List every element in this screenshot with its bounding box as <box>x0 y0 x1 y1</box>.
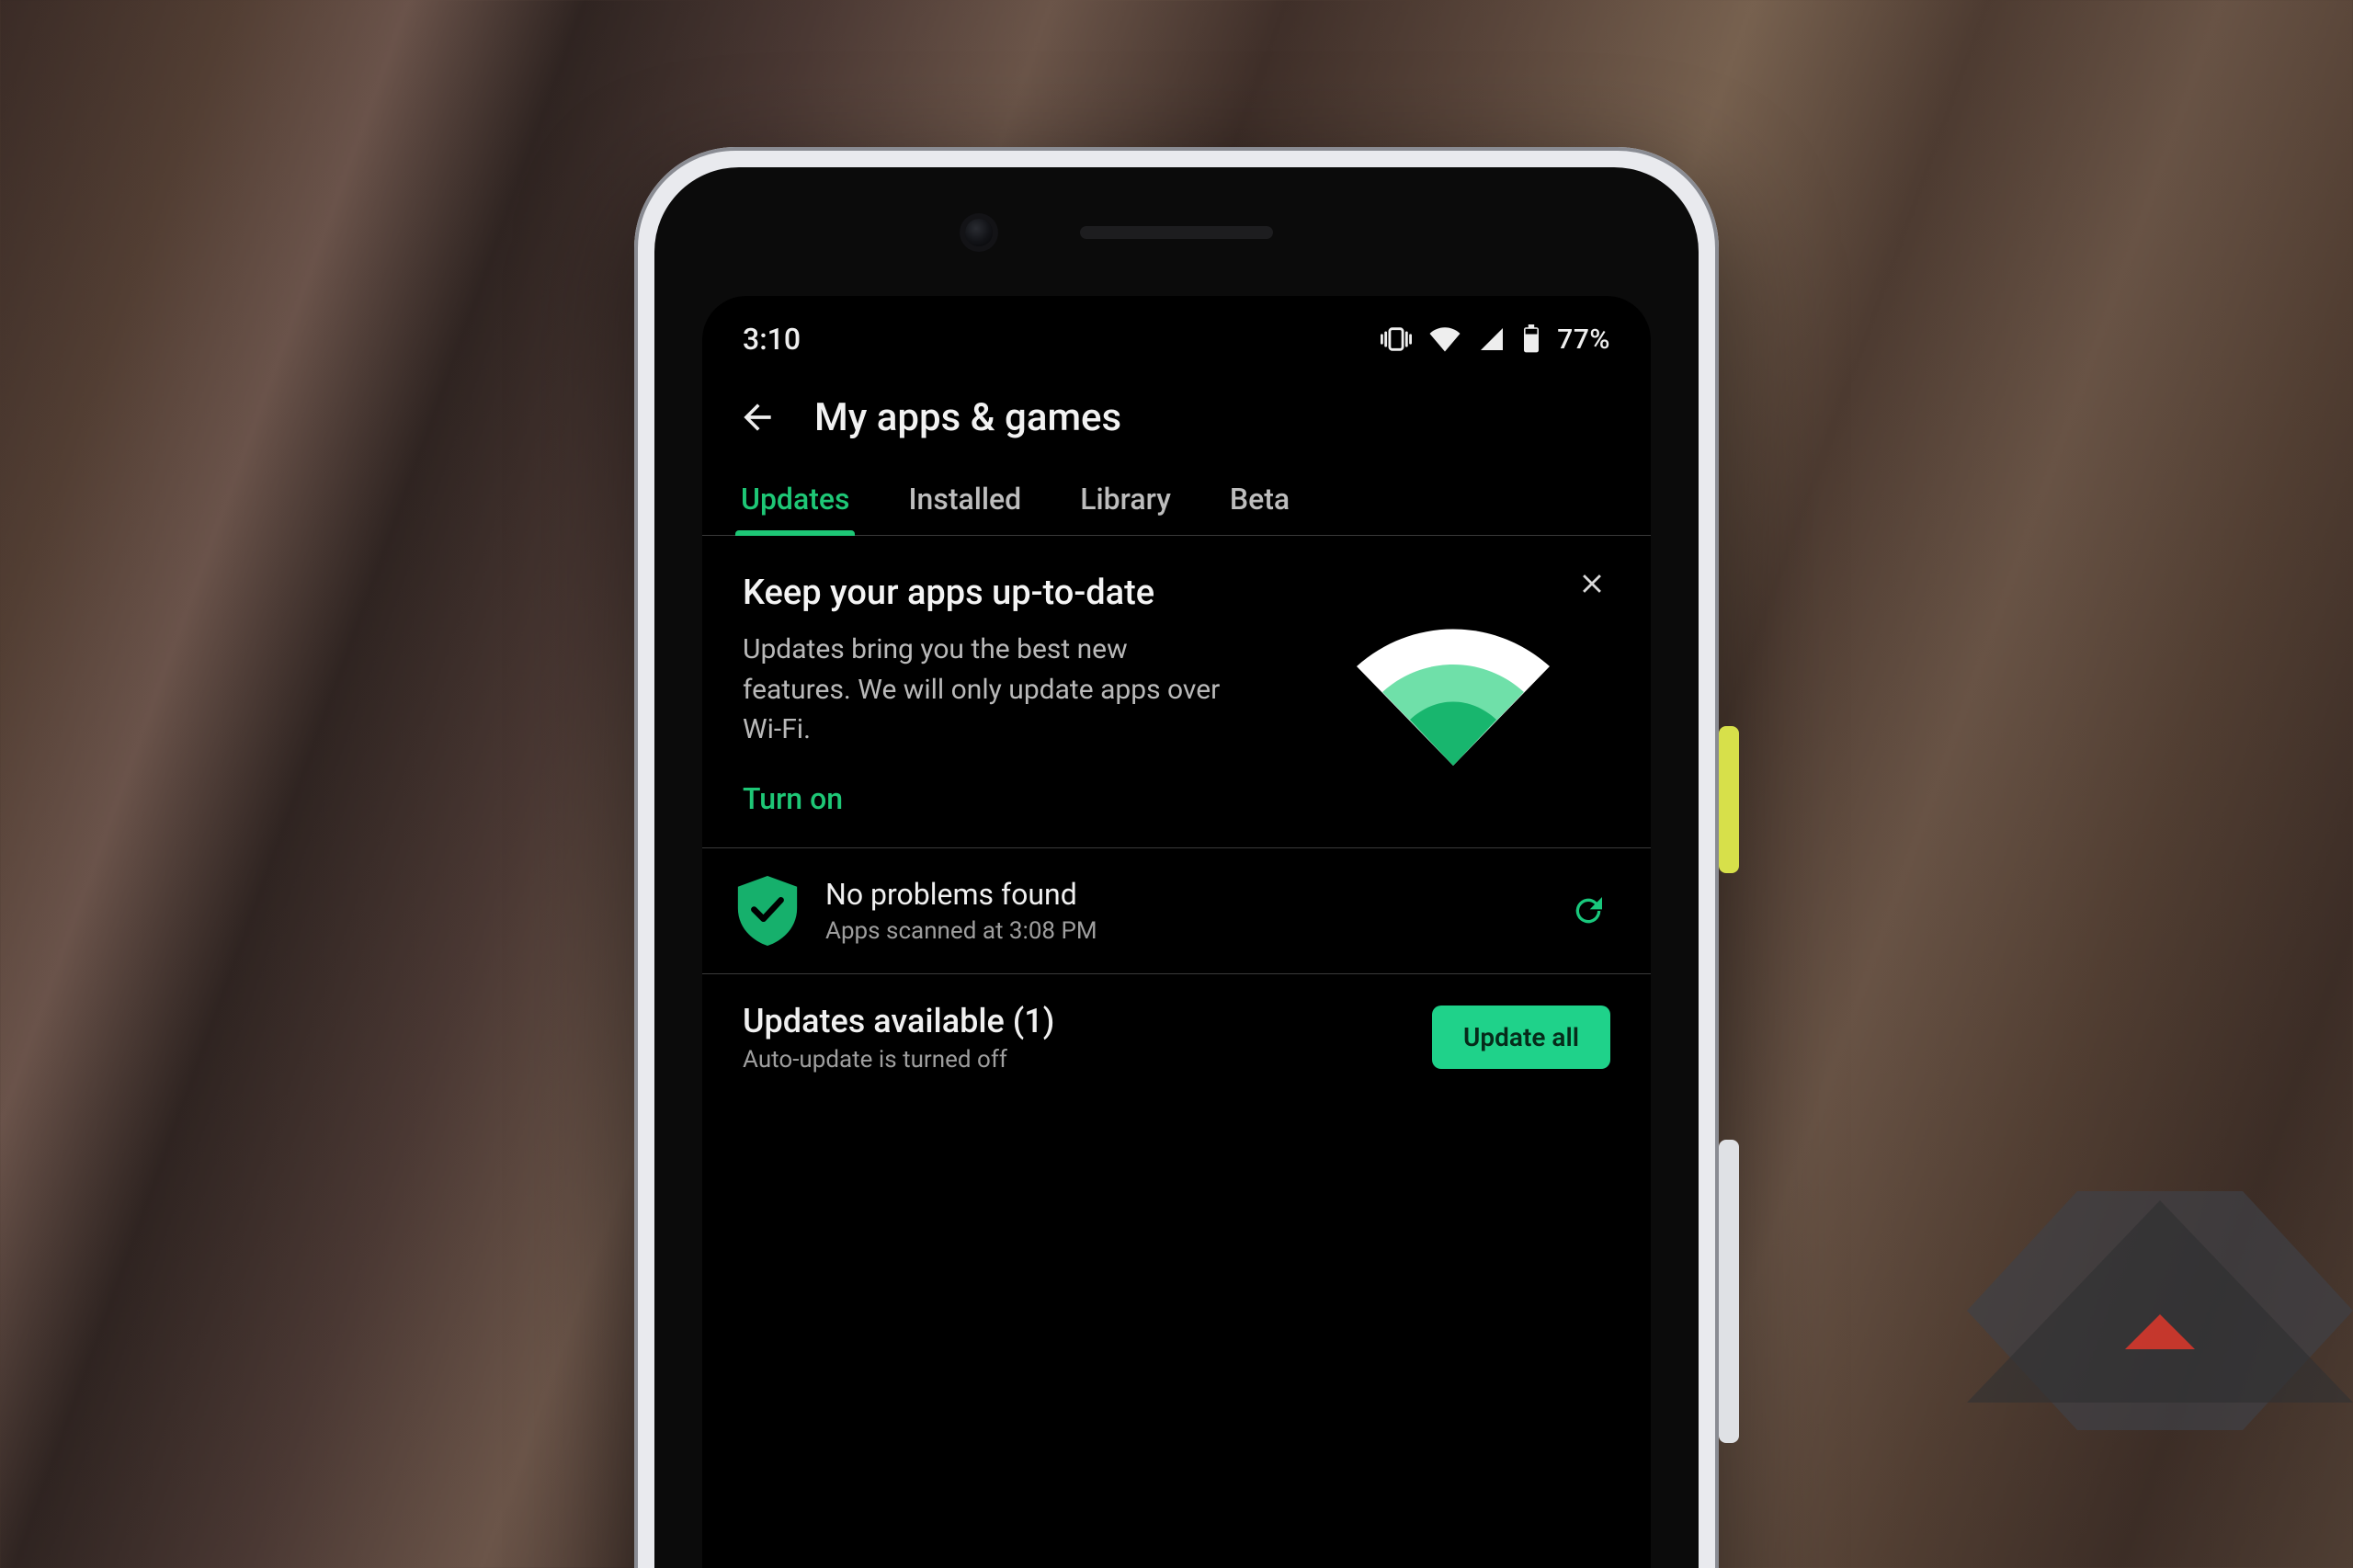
tab-label: Beta <box>1230 482 1290 517</box>
watermark-logo <box>1967 1118 2353 1467</box>
updates-available-text: Updates available (1) Auto-update is tur… <box>743 1002 1054 1074</box>
status-icons: 77% <box>1381 324 1610 356</box>
tab-label: Installed <box>908 482 1021 517</box>
phone-frame: 3:10 <box>634 147 1719 1568</box>
play-protect-subtitle: Apps scanned at 3:08 PM <box>825 917 1097 945</box>
back-button[interactable] <box>733 393 781 441</box>
page-title: My apps & games <box>814 395 1121 440</box>
updates-available-title: Updates available (1) <box>743 1002 1054 1040</box>
play-protect-text: No problems found Apps scanned at 3:08 P… <box>825 877 1097 945</box>
update-all-button[interactable]: Update all <box>1432 1006 1610 1069</box>
phone-speaker <box>1080 226 1273 239</box>
updates-available-subtitle: Auto-update is turned off <box>743 1046 1054 1074</box>
wifi-fan-icon <box>1357 628 1550 766</box>
vibrate-icon <box>1381 325 1412 353</box>
auto-update-card: Keep your apps up-to-date Updates bring … <box>702 536 1651 848</box>
tab-installed[interactable]: Installed <box>904 467 1025 535</box>
phone-screen: 3:10 <box>702 296 1651 1568</box>
close-button[interactable] <box>1570 562 1614 606</box>
updates-available-row: Updates available (1) Auto-update is tur… <box>702 974 1651 1083</box>
status-time: 3:10 <box>743 322 801 357</box>
wifi-icon <box>1428 325 1461 353</box>
play-protect-row[interactable]: No problems found Apps scanned at 3:08 P… <box>702 848 1651 974</box>
shield-check-icon <box>737 876 798 946</box>
battery-icon <box>1522 324 1540 354</box>
refresh-button[interactable] <box>1566 889 1610 933</box>
phone-volume-rocker <box>1719 1140 1739 1443</box>
play-protect-title: No problems found <box>825 877 1097 912</box>
phone-bezel: 3:10 <box>654 167 1699 1568</box>
tab-bar: Updates Installed Library Beta <box>702 467 1651 536</box>
phone-front-camera <box>965 219 993 246</box>
app-bar: My apps & games <box>702 368 1651 467</box>
battery-percent: 77% <box>1557 324 1610 356</box>
auto-update-body: Updates bring you the best new features.… <box>743 630 1239 750</box>
tab-label: Updates <box>741 482 849 517</box>
tab-library[interactable]: Library <box>1076 467 1175 535</box>
tab-label: Library <box>1080 482 1171 517</box>
phone-power-button <box>1719 726 1739 873</box>
status-bar: 3:10 <box>702 296 1651 368</box>
tab-beta[interactable]: Beta <box>1226 467 1293 535</box>
auto-update-title: Keep your apps up-to-date <box>743 573 1610 613</box>
cellular-icon <box>1478 325 1506 353</box>
turn-on-button[interactable]: Turn on <box>743 781 1610 816</box>
tab-updates[interactable]: Updates <box>737 467 853 535</box>
